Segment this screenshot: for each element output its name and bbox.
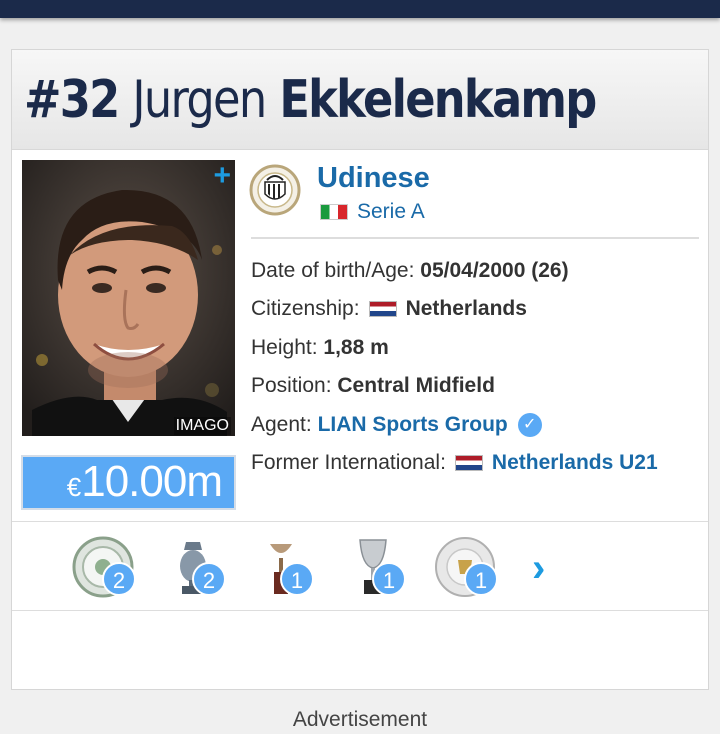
agent-link[interactable]: LIAN Sports Group — [318, 413, 508, 437]
citizenship-row: Citizenship: Netherlands — [251, 294, 527, 324]
market-value-box[interactable]: €10.00m — [21, 455, 236, 510]
league-link[interactable]: Serie A — [320, 200, 425, 224]
position-row: Position: Central Midfield — [251, 371, 495, 401]
height-value: 1,88 m — [323, 336, 389, 359]
trophy-strip: 2 2 1 1 1 › — [12, 522, 708, 610]
club-name-link[interactable]: Udinese — [317, 162, 430, 195]
citizenship-value: Netherlands — [405, 297, 527, 320]
trophy-item[interactable]: 2 — [162, 536, 228, 602]
divider — [12, 610, 708, 611]
udinese-crest-icon[interactable] — [249, 164, 301, 216]
player-photo[interactable]: + IMAGO — [22, 160, 235, 436]
trophy-count-badge: 2 — [192, 562, 226, 596]
add-photo-icon[interactable]: + — [213, 160, 231, 192]
top-nav-bar — [0, 0, 720, 18]
trophy-item[interactable]: 1 — [250, 536, 316, 602]
verified-check-icon: ✓ — [517, 413, 542, 437]
agent-label: Agent: — [251, 413, 312, 436]
market-value-currency: € — [66, 472, 82, 502]
former-international-label: Former International: — [251, 451, 446, 474]
profile-header: #32 Jurgen Ekkelenkamp — [12, 50, 708, 150]
dob-value: 05/04/2000 (26) — [420, 259, 569, 282]
photo-credit: IMAGO — [173, 417, 231, 435]
citizenship-label: Citizenship: — [251, 297, 360, 320]
agent-row: Agent: LIAN Sports Group ✓ — [251, 410, 542, 440]
netherlands-flag-icon — [454, 455, 483, 471]
trophy-item[interactable]: 1 — [434, 536, 500, 602]
dob-label: Date of birth/Age: — [251, 259, 415, 282]
league-name: Serie A — [357, 200, 425, 223]
player-last-name: Ekkelenkamp — [279, 70, 597, 130]
netherlands-flag-icon — [368, 301, 397, 317]
former-international-row: Former International: Netherlands U21 — [251, 448, 658, 478]
italy-flag-icon — [320, 204, 348, 220]
divider — [251, 237, 699, 239]
player-portrait-image — [22, 160, 235, 436]
player-profile-card: #32 Jurgen Ekkelenkamp + IMAGO €10.00m U… — [11, 49, 709, 690]
height-label: Height: — [251, 336, 318, 359]
dob-row: Date of birth/Age: 05/04/2000 (26) — [251, 256, 569, 286]
chevron-right-icon[interactable]: › — [532, 546, 545, 591]
market-value-amount: 10.00m — [81, 457, 223, 506]
position-label: Position: — [251, 374, 332, 397]
trophy-count-badge: 1 — [372, 562, 406, 596]
position-value: Central Midfield — [337, 374, 495, 397]
trophy-item[interactable]: 2 — [72, 536, 138, 602]
trophy-count-badge: 1 — [464, 562, 498, 596]
shirt-number: #32 — [24, 70, 120, 130]
trophy-item[interactable]: 1 — [342, 536, 408, 602]
trophy-count-badge: 2 — [102, 562, 136, 596]
trophy-count-badge: 1 — [280, 562, 314, 596]
player-name-heading: #32 Jurgen Ekkelenkamp — [24, 68, 597, 132]
former-international-link[interactable]: Netherlands U21 — [492, 451, 658, 475]
height-row: Height: 1,88 m — [251, 333, 389, 363]
advertisement-label: Advertisement — [292, 708, 428, 731]
player-first-name: Jurgen — [132, 70, 267, 130]
